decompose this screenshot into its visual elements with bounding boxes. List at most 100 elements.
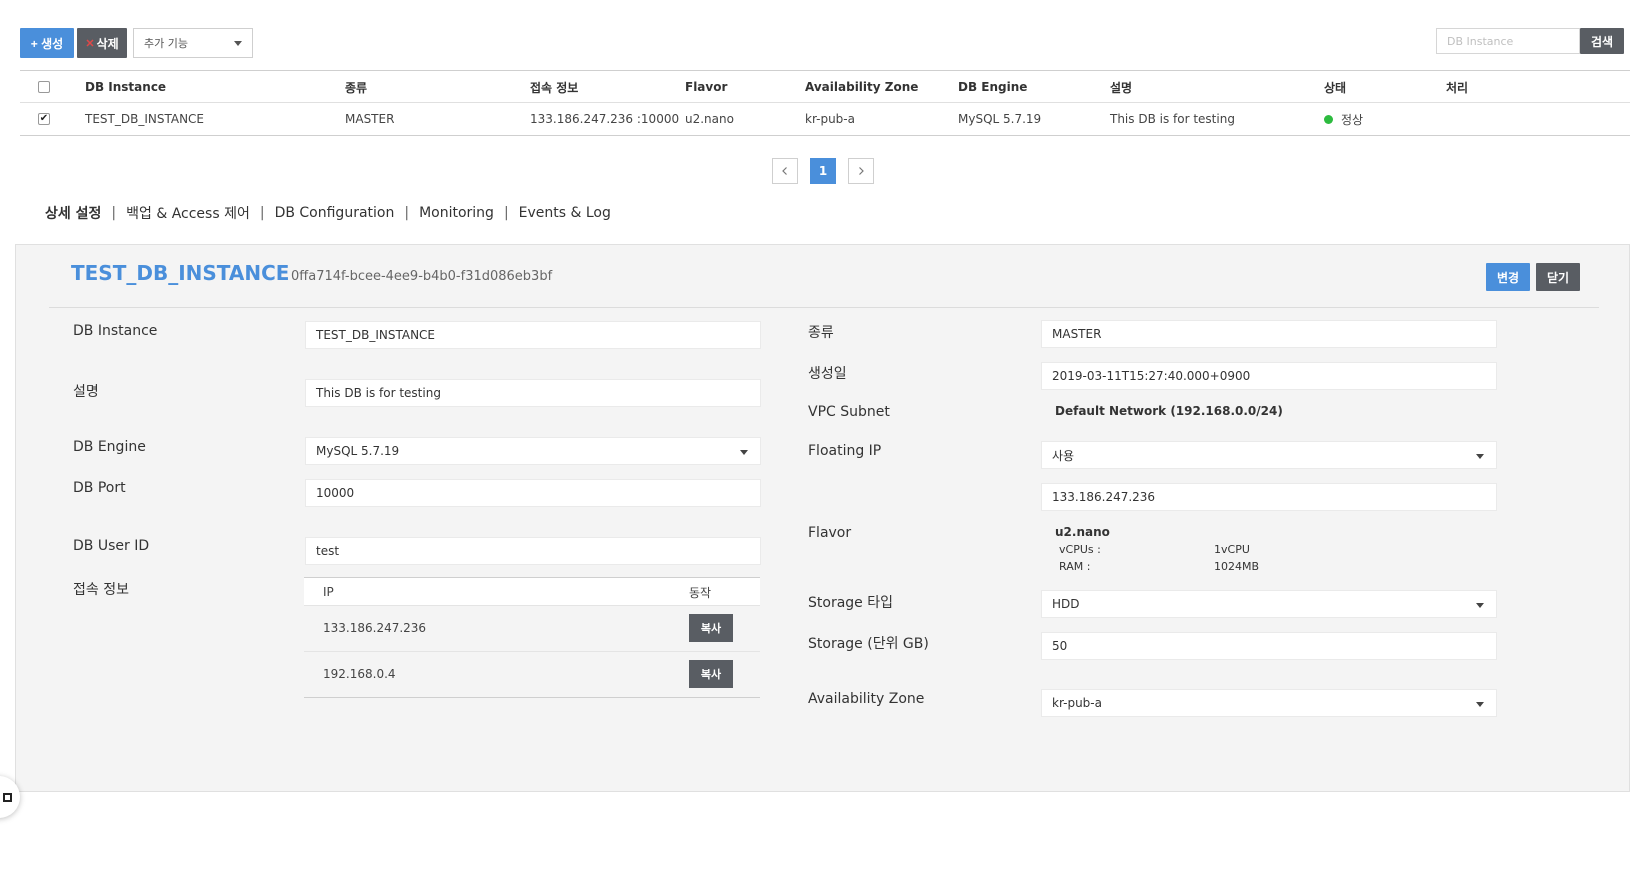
page-prev-button[interactable] <box>772 158 798 184</box>
detail-tabs: 상세 설정 | 백업 & Access 제어 | DB Configuratio… <box>45 203 611 223</box>
engine-select[interactable]: MySQL 5.7.19 <box>305 437 761 465</box>
page-next-button[interactable] <box>848 158 874 184</box>
table-row: 133.186.247.236 복사 <box>304 605 760 651</box>
copy-button[interactable]: 복사 <box>689 660 733 688</box>
port-label: DB Port <box>73 480 126 496</box>
conn-ip: 192.168.0.4 <box>323 667 396 681</box>
tab-separator: | <box>404 205 410 221</box>
row-checkbox[interactable]: ✔ <box>38 113 50 125</box>
toolbar: + 생성 ✕삭제 추가 기능 검색 <box>20 28 1630 60</box>
extra-functions-select[interactable]: 추가 기능 <box>133 28 253 58</box>
port-field[interactable]: 10000 <box>305 479 761 507</box>
change-button[interactable]: 변경 <box>1486 263 1530 291</box>
search-input[interactable] <box>1436 28 1580 54</box>
engine-label: DB Engine <box>73 439 146 455</box>
floating-ip-value: 사용 <box>1052 448 1075 463</box>
created-label: 생성일 <box>808 366 847 382</box>
floating-ip-address-field[interactable]: 133.186.247.236 <box>1041 483 1497 511</box>
close-button-label: 닫기 <box>1546 270 1570 285</box>
cell-conn: 133.186.247.236 :10000 <box>530 112 680 126</box>
storage-type-select[interactable]: HDD <box>1041 590 1497 618</box>
cell-instance: TEST_DB_INSTANCE <box>85 112 205 126</box>
flavor-ram-value: 1024MB <box>1214 560 1260 573</box>
caret-down-icon <box>1476 603 1484 608</box>
square-icon <box>3 792 12 802</box>
caret-down-icon <box>740 450 748 455</box>
az-label: Availability Zone <box>808 691 925 707</box>
conn-col-action: 동작 <box>689 585 712 600</box>
vpc-subnet-label: VPC Subnet <box>808 404 890 420</box>
desc-label: 설명 <box>73 384 99 400</box>
column-header: DB Instance <box>85 80 167 94</box>
tab-monitoring[interactable]: Monitoring <box>419 205 494 221</box>
tab-separator: | <box>259 205 265 221</box>
conn-info-label: 접속 정보 <box>73 582 129 598</box>
cell-engine: MySQL 5.7.19 <box>958 112 1042 126</box>
floating-ip-select[interactable]: 사용 <box>1041 441 1497 469</box>
cell-status: 정상 <box>1324 103 1363 135</box>
flavor-label: Flavor <box>808 525 852 541</box>
panel-divider <box>49 307 1599 308</box>
copy-button[interactable]: 복사 <box>689 614 733 642</box>
cell-type: MASTER <box>345 112 395 126</box>
column-header: DB Engine <box>958 80 1028 94</box>
conn-col-ip: IP <box>323 585 334 599</box>
az-select[interactable]: kr-pub-a <box>1041 689 1497 717</box>
storage-type-value: HDD <box>1052 597 1080 611</box>
user-id-label: DB User ID <box>73 538 150 554</box>
status-dot-icon <box>1324 114 1333 124</box>
column-header: Flavor <box>685 80 728 94</box>
flavor-vcpu-value: 1vCPU <box>1214 543 1250 556</box>
flavor-name: u2.nano <box>1055 525 1110 539</box>
cell-az: kr-pub-a <box>805 112 855 126</box>
type-field[interactable]: MASTER <box>1041 320 1497 348</box>
column-header: Availability Zone <box>805 80 919 94</box>
chevron-left-icon <box>782 167 787 175</box>
select-all-checkbox[interactable] <box>38 81 50 93</box>
flavor-vcpu-key: vCPUs : <box>1059 543 1101 556</box>
delete-button-label: 삭제 <box>96 36 119 51</box>
desc-field[interactable]: This DB is for testing <box>305 379 761 407</box>
tab-backup-access[interactable]: 백업 & Access 제어 <box>126 203 250 223</box>
search-button[interactable]: 검색 <box>1580 28 1624 54</box>
x-icon: ✕ <box>85 37 95 50</box>
table-row[interactable]: ✔ TEST_DB_INSTANCE MASTER 133.186.247.23… <box>20 103 1630 135</box>
cell-desc: This DB is for testing <box>1110 112 1235 126</box>
tab-events-log[interactable]: Events & Log <box>519 205 611 221</box>
extra-functions-label: 추가 기능 <box>144 37 188 50</box>
created-field[interactable]: 2019-03-11T15:27:40.000+0900 <box>1041 362 1497 390</box>
conn-ip: 133.186.247.236 <box>323 621 427 635</box>
tab-separator: | <box>111 205 117 221</box>
delete-button[interactable]: ✕ 삭제 <box>77 28 127 58</box>
tab-db-configuration[interactable]: DB Configuration <box>275 205 395 221</box>
status-text: 정상 <box>1341 112 1364 127</box>
caret-down-icon <box>234 41 242 46</box>
create-button[interactable]: + 생성 <box>20 28 74 58</box>
create-button-label: + 생성 <box>30 36 64 51</box>
caret-down-icon <box>1476 702 1484 707</box>
column-header: 접속 정보 <box>530 80 579 95</box>
column-header: 처리 <box>1446 80 1469 95</box>
chevron-right-icon <box>859 167 864 175</box>
flavor-ram-key: RAM : <box>1059 560 1091 573</box>
tab-detail-settings[interactable]: 상세 설정 <box>45 203 101 223</box>
type-label: 종류 <box>808 325 834 341</box>
instance-table: DB Instance 종류 접속 정보 Flavor Availability… <box>20 70 1630 136</box>
vpc-subnet-value: Default Network (192.168.0.0/24) <box>1055 404 1283 418</box>
caret-down-icon <box>1476 454 1484 459</box>
column-header: 상태 <box>1324 80 1347 95</box>
storage-type-label: Storage 타입 <box>808 595 893 611</box>
storage-size-label: Storage (단위 GB) <box>808 636 929 652</box>
cell-flavor: u2.nano <box>685 112 734 126</box>
page-current-button[interactable]: 1 <box>810 158 836 184</box>
detail-title: TEST_DB_INSTANCE <box>71 261 290 285</box>
change-button-label: 변경 <box>1496 270 1520 285</box>
close-button[interactable]: 닫기 <box>1536 263 1580 291</box>
search-button-label: 검색 <box>1590 34 1614 49</box>
instance-label: DB Instance <box>73 323 158 339</box>
table-header: DB Instance 종류 접속 정보 Flavor Availability… <box>20 71 1630 103</box>
user-id-field[interactable]: test <box>305 537 761 565</box>
conn-table-header: IP 동작 <box>304 577 760 605</box>
instance-field[interactable]: TEST_DB_INSTANCE <box>305 321 761 349</box>
storage-size-field[interactable]: 50 <box>1041 632 1497 660</box>
